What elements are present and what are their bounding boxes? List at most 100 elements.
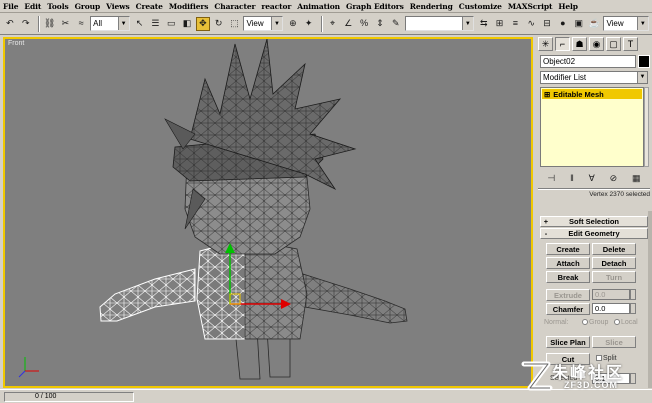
- menu-modifiers[interactable]: Modifiers: [169, 2, 209, 11]
- rectangular-selection-icon[interactable]: ▭: [164, 17, 178, 31]
- pivot-center-icon[interactable]: ⊕: [286, 17, 300, 31]
- pin-stack-icon[interactable]: ⊣: [547, 173, 555, 184]
- menu-group[interactable]: Group: [75, 2, 101, 11]
- extrude-button[interactable]: Extrude: [546, 289, 590, 301]
- menu-views[interactable]: Views: [106, 2, 130, 11]
- extrude-spinner[interactable]: [630, 289, 636, 300]
- show-end-result-icon[interactable]: ‖: [570, 173, 574, 183]
- slice-plane-button[interactable]: Slice Plan: [546, 336, 590, 348]
- redo-icon[interactable]: ↷: [19, 17, 33, 31]
- selection-info: Vertex 2370 selected: [589, 191, 650, 198]
- angle-snap-icon[interactable]: ∠: [341, 17, 355, 31]
- modifier-list-dropdown[interactable]: Modifier List ▼: [540, 71, 648, 84]
- slice-button[interactable]: Slice: [592, 336, 636, 348]
- align-icon[interactable]: ⊞: [493, 17, 507, 31]
- undo-icon[interactable]: ↶: [3, 17, 17, 31]
- selection-filter-dropdown[interactable]: All ▼: [90, 16, 130, 31]
- curve-editor-icon[interactable]: ∿: [524, 17, 538, 31]
- modifier-stack[interactable]: ⊞ Editable Mesh: [540, 87, 644, 167]
- edit-geometry-rollout[interactable]: - Edit Geometry: [540, 228, 648, 239]
- stack-item-editable-mesh[interactable]: ⊞ Editable Mesh: [542, 89, 642, 99]
- percent-snap-icon[interactable]: %: [357, 17, 371, 31]
- chamfer-amount-field[interactable]: 0.0: [592, 303, 630, 314]
- selection-filter-value: All: [93, 19, 103, 28]
- select-object-icon[interactable]: ↖: [133, 17, 147, 31]
- radio-icon: [614, 319, 620, 326]
- stack-item-label: Editable Mesh: [553, 89, 604, 99]
- rollout-sign: +: [543, 217, 549, 226]
- modify-tab-icon[interactable]: ⌐: [555, 37, 570, 51]
- expand-icon[interactable]: ⊞: [544, 90, 550, 99]
- stack-scrollbar[interactable]: [644, 87, 649, 167]
- chamfer-button[interactable]: Chamfer: [546, 303, 590, 315]
- menu-maxscript[interactable]: MAXScript: [508, 2, 553, 11]
- window-crossing-icon[interactable]: ◧: [180, 17, 194, 31]
- menu-animation[interactable]: Animation: [297, 2, 340, 11]
- menu-file[interactable]: File: [3, 2, 19, 11]
- render-setup-icon[interactable]: ▣: [572, 17, 586, 31]
- local-radio[interactable]: Local: [614, 319, 638, 326]
- material-editor-icon[interactable]: ●: [556, 17, 570, 31]
- select-scale-icon[interactable]: ⬚: [228, 17, 242, 31]
- delete-button[interactable]: Delete: [592, 243, 636, 255]
- schematic-view-icon[interactable]: ⊟: [540, 17, 554, 31]
- menu-graph-editors[interactable]: Graph Editors: [346, 2, 404, 11]
- quick-render-icon[interactable]: ☕: [588, 17, 602, 31]
- select-move-icon[interactable]: ✥: [195, 16, 210, 31]
- select-by-name-icon[interactable]: ☰: [148, 17, 162, 31]
- configure-sets-icon[interactable]: ▦: [632, 173, 641, 184]
- create-tab-icon[interactable]: ✳: [538, 37, 553, 51]
- unlink-icon[interactable]: ✂: [58, 17, 72, 31]
- chamfer-spinner[interactable]: [630, 303, 636, 314]
- command-panel-tabs: ✳ ⌐ ☗ ◉ ▢ T: [536, 35, 652, 53]
- named-selection-icon[interactable]: ✎: [389, 17, 403, 31]
- attach-button[interactable]: Attach: [546, 257, 590, 269]
- menu-help[interactable]: Help: [558, 2, 578, 11]
- named-selection-sets-dropdown[interactable]: ▼: [404, 16, 474, 31]
- snap-toggle-icon[interactable]: ⌖: [326, 17, 340, 31]
- object-color-swatch[interactable]: [638, 55, 650, 68]
- radio-icon: [582, 319, 588, 326]
- utilities-tab-icon[interactable]: T: [623, 37, 638, 51]
- layer-manager-icon[interactable]: ≡: [508, 17, 522, 31]
- render-type-dropdown[interactable]: View ▼: [603, 16, 649, 31]
- rollout-sign: -: [544, 229, 548, 238]
- menu-tools[interactable]: Tools: [47, 2, 68, 11]
- create-button[interactable]: Create: [546, 243, 590, 255]
- group-radio[interactable]: Group: [582, 319, 608, 326]
- mirror-icon[interactable]: ⇆: [477, 17, 491, 31]
- menu-customize[interactable]: Customize: [459, 2, 502, 11]
- menu-rendering[interactable]: Rendering: [410, 2, 453, 11]
- select-rotate-icon[interactable]: ↻: [212, 17, 226, 31]
- bind-space-warp-icon[interactable]: ≈: [74, 17, 88, 31]
- site-watermark: 朱峰社区 ZF3D.COM: [520, 356, 650, 402]
- normal-label: Normal:: [544, 319, 569, 326]
- remove-modifier-icon[interactable]: ⊘: [610, 173, 618, 184]
- watermark-logo-icon: [521, 361, 553, 391]
- motion-tab-icon[interactable]: ◉: [589, 37, 604, 51]
- hierarchy-tab-icon[interactable]: ☗: [572, 37, 587, 51]
- menu-character[interactable]: Character: [214, 2, 255, 11]
- watermark-subtext: ZF3D.COM: [564, 380, 618, 390]
- main-toolbar: ↶ ↷ ⛓ ✂ ≈ All ▼ ↖ ☰ ▭ ◧ ✥ ↻ ⬚ View ▼ ⊕ ✦…: [0, 13, 652, 35]
- extrude-amount-field[interactable]: 0.0: [592, 289, 630, 300]
- 3dsmax-window: File Edit Tools Group Views Create Modif…: [0, 0, 652, 403]
- make-unique-icon[interactable]: ∀: [589, 173, 595, 184]
- select-link-icon[interactable]: ⛓: [43, 17, 57, 31]
- time-slider[interactable]: 0 / 100: [4, 391, 134, 402]
- soft-selection-rollout[interactable]: + Soft Selection: [540, 216, 648, 227]
- select-manipulate-icon[interactable]: ✦: [302, 17, 316, 31]
- object-name-field[interactable]: Object02: [540, 55, 636, 68]
- chevron-down-icon: ▼: [270, 17, 282, 30]
- display-tab-icon[interactable]: ▢: [606, 37, 621, 51]
- menu-edit[interactable]: Edit: [24, 2, 41, 11]
- front-viewport[interactable]: Front: [3, 37, 533, 388]
- break-button[interactable]: Break: [546, 271, 590, 283]
- turn-button[interactable]: Turn: [592, 271, 636, 283]
- detach-button[interactable]: Detach: [592, 257, 636, 269]
- spinner-snap-icon[interactable]: ⇕: [373, 17, 387, 31]
- reference-coordinate-dropdown[interactable]: View ▼: [243, 16, 283, 31]
- rollout-title: Edit Geometry: [568, 229, 620, 238]
- menu-create[interactable]: Create: [136, 2, 163, 11]
- menu-reactor[interactable]: reactor: [261, 2, 291, 11]
